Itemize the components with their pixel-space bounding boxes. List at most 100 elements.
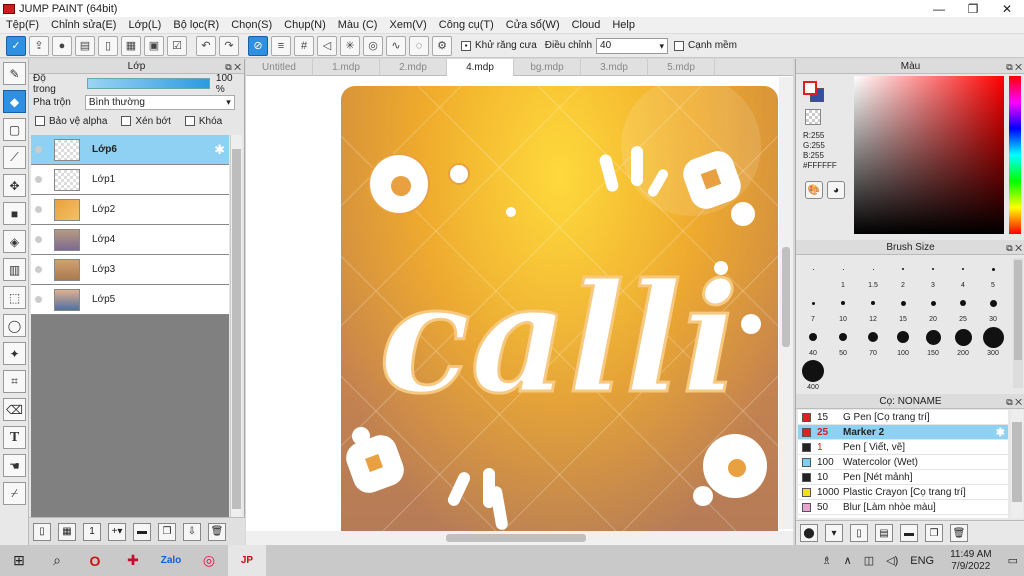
page-list-icon[interactable]: ▦ xyxy=(121,35,141,56)
tab-2-mdp[interactable]: 2.mdp xyxy=(380,59,447,76)
protect-alpha-checkbox[interactable]: Bảo vệ alpha xyxy=(35,116,107,127)
snap-perspective-icon[interactable]: ◁ xyxy=(317,35,337,56)
duplicate-layer-icon[interactable]: ❐ xyxy=(158,522,176,541)
visibility-icon[interactable] xyxy=(35,236,42,243)
brush-size-option[interactable]: 25 xyxy=(948,300,978,323)
select-rect-tool-icon[interactable]: ⬚ xyxy=(3,286,26,309)
palette-icon[interactable]: 🎨 xyxy=(805,181,823,199)
brush-size-option[interactable]: 100 xyxy=(888,331,918,357)
brush-tool-icon[interactable]: ✎ xyxy=(3,62,26,85)
chevron-up-icon[interactable]: ∧ xyxy=(844,554,852,567)
brush-add-icon[interactable]: ⬤ xyxy=(800,524,818,542)
brush-size-option[interactable]: 20 xyxy=(918,300,948,323)
menu-layer[interactable]: Lớp(L) xyxy=(122,19,167,31)
magic-wand-tool-icon[interactable]: ✦ xyxy=(3,342,26,365)
menu-edit[interactable]: Chỉnh sửa(E) xyxy=(45,19,122,31)
text-tool-icon[interactable]: T xyxy=(3,426,26,449)
search-icon[interactable]: ⌕ xyxy=(38,545,76,576)
list-item[interactable]: 100 Watercolor (Wet) xyxy=(798,455,1008,470)
merge-layer-icon[interactable]: ⇩ xyxy=(183,522,201,541)
menu-select[interactable]: Chọn(S) xyxy=(225,19,278,31)
network-icon[interactable]: ◫ xyxy=(864,554,874,567)
redo-icon[interactable]: ↷ xyxy=(219,35,239,56)
close-button[interactable]: ✕ xyxy=(990,0,1024,17)
list-item[interactable]: 1000 Plastic Crayon [Cọ trang trí] xyxy=(798,485,1008,500)
comment-icon[interactable]: ● xyxy=(52,35,72,56)
tab-4-mdp[interactable]: 4.mdp xyxy=(447,59,514,76)
cloud-sync-icon[interactable]: ✓ xyxy=(6,35,26,56)
snap-settings-icon[interactable]: ⚙ xyxy=(432,35,452,56)
fill-shape-tool-icon[interactable]: ■ xyxy=(3,202,26,225)
visibility-icon[interactable] xyxy=(35,146,42,153)
brush-menu-icon[interactable]: ▾ xyxy=(825,524,843,542)
brush-size-option[interactable]: 12 xyxy=(858,301,888,323)
page-icon[interactable]: ▯ xyxy=(98,35,118,56)
snap-circle-icon[interactable]: ◎ xyxy=(363,35,383,56)
layer-item[interactable]: Lớp3 xyxy=(31,255,229,285)
menu-help[interactable]: Help xyxy=(606,19,641,31)
opacity-slider[interactable] xyxy=(87,78,210,89)
brush-page-icon[interactable]: ▤ xyxy=(875,524,893,542)
visibility-icon[interactable] xyxy=(35,206,42,213)
folder-icon[interactable]: ▬ xyxy=(900,524,918,542)
hand-tool-icon[interactable]: ☚ xyxy=(3,454,26,477)
jump-paint-taskbar-icon[interactable]: JP xyxy=(228,545,266,576)
gear-icon[interactable]: ✱ xyxy=(214,142,225,158)
zalo-icon[interactable]: Zalo xyxy=(152,545,190,576)
language-indicator[interactable]: ENG xyxy=(910,555,934,567)
new-halftone-layer-icon[interactable]: ▦ xyxy=(58,522,76,541)
add-layer-menu-icon[interactable]: +▾ xyxy=(108,522,126,541)
new-1bit-layer-icon[interactable]: 1 xyxy=(83,522,101,541)
saturation-value-picker[interactable] xyxy=(854,76,1004,234)
list-item[interactable]: 25 Marker 2 ✱ xyxy=(798,425,1008,440)
layer-item[interactable]: Lớp5 xyxy=(31,285,229,315)
snap-radial-icon[interactable]: ✳ xyxy=(340,35,360,56)
snap-grid-icon[interactable]: # xyxy=(294,35,314,56)
foreground-color-swatch[interactable] xyxy=(803,81,817,95)
snap-ellipse-icon[interactable]: ◌ xyxy=(409,35,429,56)
gear-icon[interactable]: ✱ xyxy=(996,426,1005,439)
preset-scrollbar[interactable] xyxy=(1011,410,1023,518)
bucket-tool-icon[interactable]: ◈ xyxy=(3,230,26,253)
list-item[interactable]: 50 Blur [Làm nhòe màu] xyxy=(798,500,1008,515)
brush-size-option[interactable]: 5 xyxy=(978,267,1008,289)
brush-size-option[interactable]: 1.5 xyxy=(858,268,888,289)
brush-size-option[interactable]: 150 xyxy=(918,329,948,357)
maximize-button[interactable]: ❐ xyxy=(956,0,990,17)
minimize-button[interactable]: — xyxy=(922,0,956,17)
lock-checkbox[interactable]: Khóa xyxy=(184,116,222,127)
new-layer-icon[interactable]: ▯ xyxy=(33,522,51,541)
snap-off-icon[interactable]: ⊘ xyxy=(248,35,268,56)
menu-window[interactable]: Cửa sổ(W) xyxy=(500,19,566,31)
visibility-icon[interactable] xyxy=(35,176,42,183)
brush-size-option[interactable]: 200 xyxy=(948,328,978,357)
menu-filter[interactable]: Bộ lọc(R) xyxy=(167,19,225,31)
select-eraser-tool-icon[interactable]: ⌫ xyxy=(3,398,26,421)
tab-1-mdp[interactable]: 1.mdp xyxy=(313,59,380,76)
folder-icon[interactable]: ▬ xyxy=(133,522,151,541)
panel-icon[interactable]: ▤ xyxy=(75,35,95,56)
canvas-horizontal-scrollbar[interactable] xyxy=(246,531,793,545)
menu-cloud[interactable]: Cloud xyxy=(566,19,607,31)
lasso-tool-icon[interactable]: ◯ xyxy=(3,314,26,337)
artwork-canvas[interactable]: calli xyxy=(341,86,778,533)
panel-float-close-icon[interactable]: ⧉ ✕ xyxy=(1006,395,1022,410)
select-pen-tool-icon[interactable]: ⌗ xyxy=(3,370,26,393)
grid-edit-icon[interactable]: ▣ xyxy=(144,35,164,56)
line-tool-icon[interactable]: ⟋ xyxy=(3,146,26,169)
brush-size-option[interactable]: 3 xyxy=(918,268,948,289)
checklist-icon[interactable]: ☑ xyxy=(167,35,187,56)
menu-tools[interactable]: Công cụ(T) xyxy=(433,19,500,31)
snap-parallel-icon[interactable]: ≡ xyxy=(271,35,291,56)
clipping-checkbox[interactable]: Xén bớt xyxy=(121,116,171,127)
brush-size-option[interactable]: 15 xyxy=(888,300,918,323)
windows-start-icon[interactable]: ⊞ xyxy=(0,545,38,576)
gradient-tool-icon[interactable]: ▥ xyxy=(3,258,26,281)
list-item[interactable]: 10 Pen [Nét mảnh] xyxy=(798,470,1008,485)
brush-size-option[interactable]: 300 xyxy=(978,326,1008,357)
tab-bg-mdp[interactable]: bg.mdp xyxy=(514,59,581,76)
opera-icon[interactable]: O xyxy=(76,545,114,576)
brush-size-option[interactable]: 10 xyxy=(828,301,858,323)
tab-untitled[interactable]: Untitled xyxy=(246,59,313,76)
volume-icon[interactable]: ◁) xyxy=(886,554,898,567)
